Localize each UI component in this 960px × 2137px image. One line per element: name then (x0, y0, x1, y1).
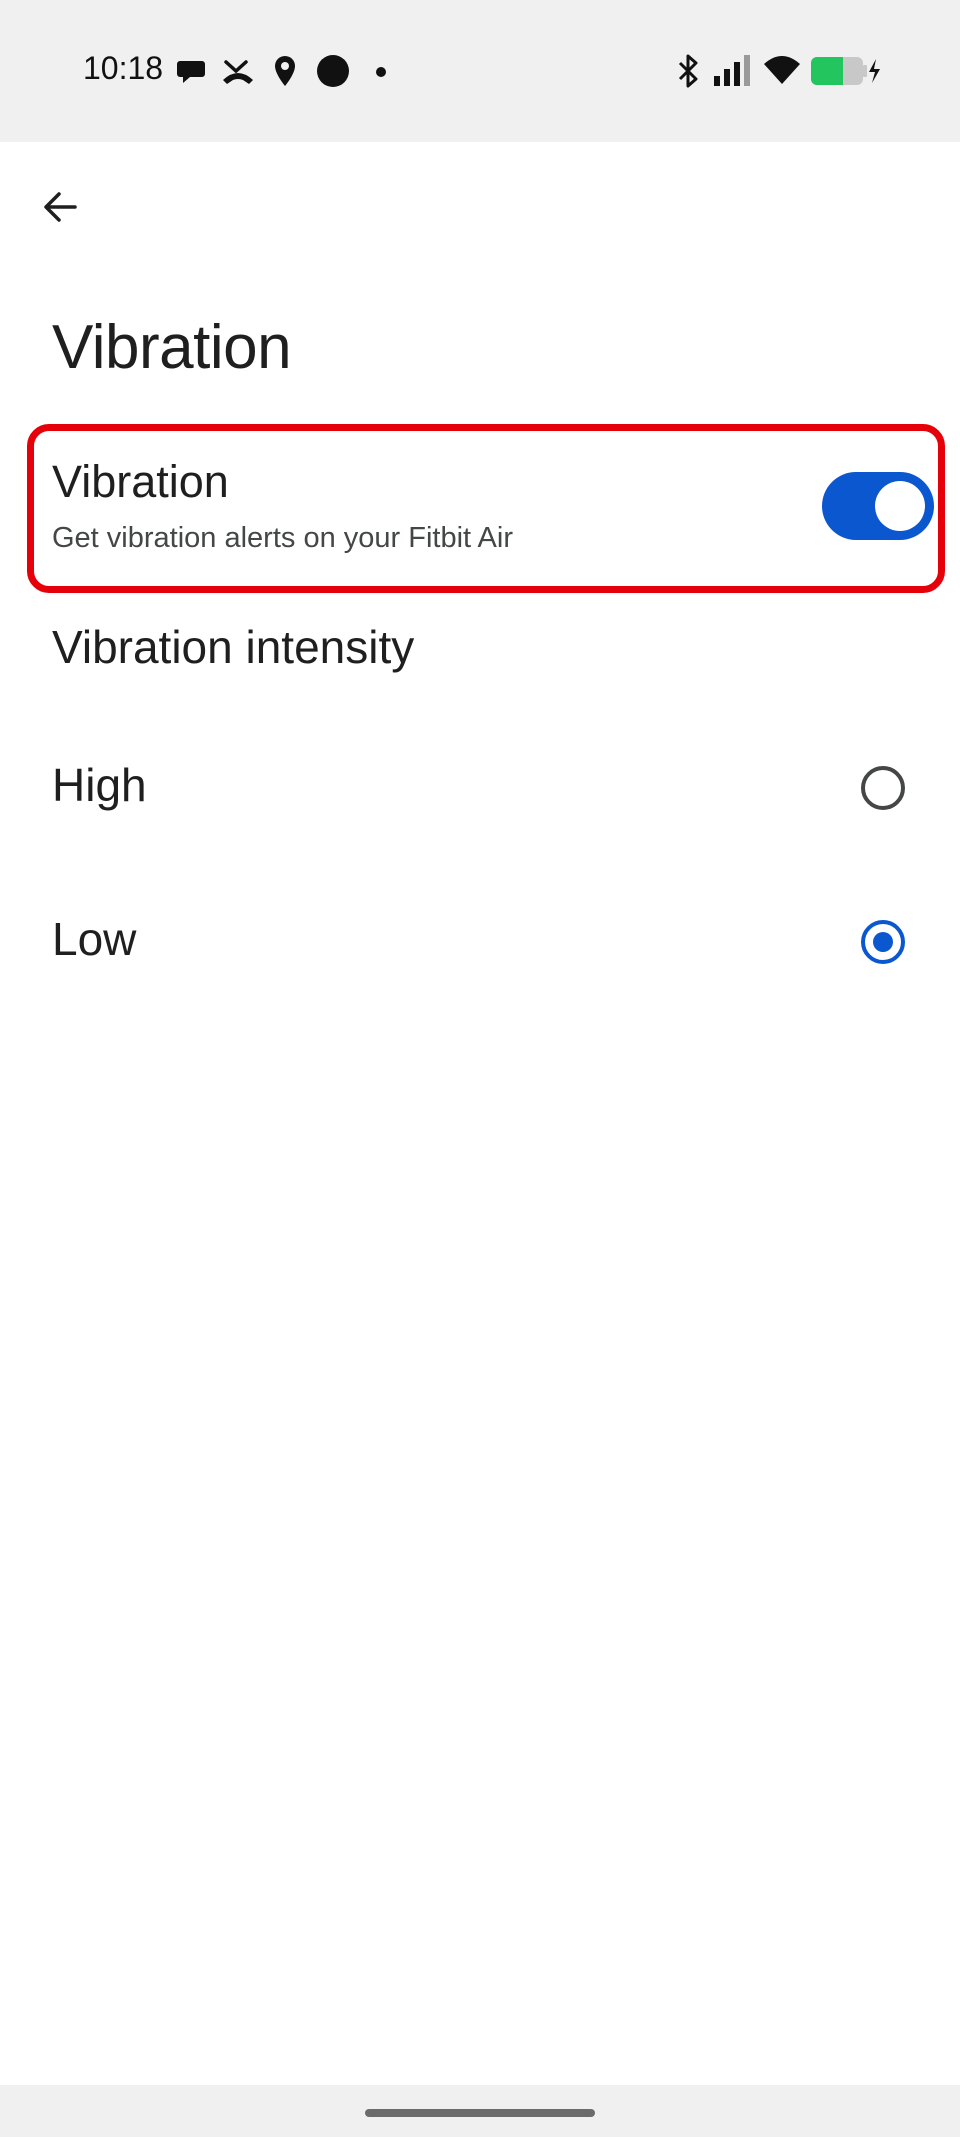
home-gesture-handle[interactable] (365, 2109, 595, 2117)
location-pin-icon (272, 54, 298, 93)
radio-selected-dot (873, 932, 893, 952)
radio-option-low[interactable]: Low (0, 874, 960, 1004)
battery-charging-icon (810, 56, 880, 91)
filled-circle-icon (316, 54, 350, 93)
dot-icon (375, 65, 387, 83)
radio-option-high[interactable]: High (0, 720, 960, 850)
bluetooth-icon (676, 54, 700, 93)
radio-label-high: High (52, 759, 147, 811)
top-app-bar (0, 142, 960, 272)
status-time: 10:18 (83, 50, 164, 86)
vibration-intensity-header: Vibration intensity (52, 621, 415, 673)
radio-label-low: Low (52, 913, 137, 965)
page-title: Vibration (52, 313, 292, 382)
status-bar: 10:18 (0, 0, 960, 142)
arrow-back-icon (41, 187, 81, 232)
missed-call-icon (221, 54, 255, 93)
highlight-annotation-box (27, 424, 945, 593)
gesture-navigation-bar (0, 2085, 960, 2137)
chat-bubble-icon (176, 56, 206, 91)
radio-button-high[interactable] (861, 766, 905, 810)
wifi-icon (762, 54, 802, 91)
radio-button-low[interactable] (861, 920, 905, 964)
signal-bars-icon (712, 54, 752, 91)
back-button[interactable] (30, 178, 92, 240)
